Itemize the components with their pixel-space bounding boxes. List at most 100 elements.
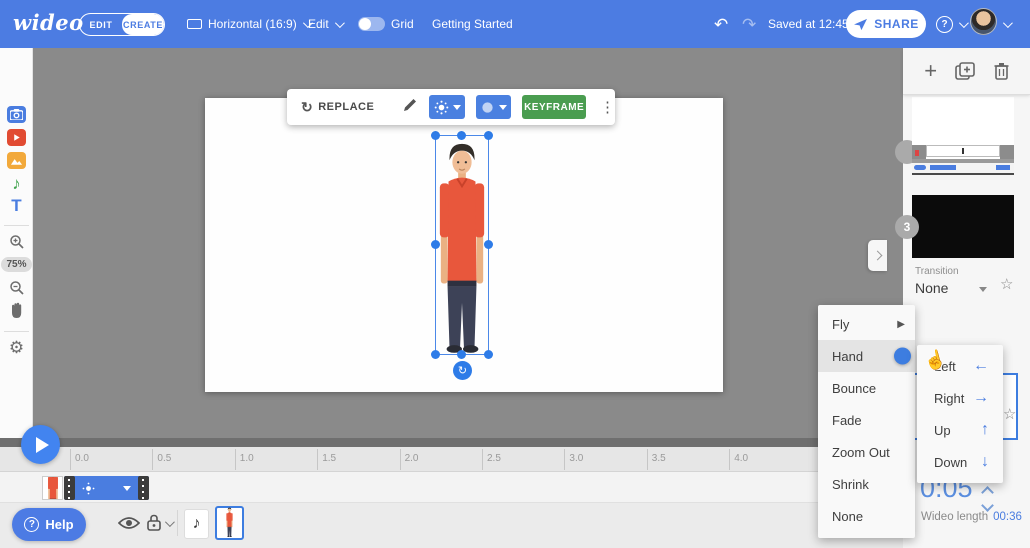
ruler-tick [235,449,236,470]
ruler-tick-label: 3.0 [569,453,583,464]
mode-create-button[interactable]: CREATE [122,14,164,35]
add-slide-button[interactable]: + [924,58,937,84]
menu-item-label: Hand [832,349,863,364]
pan-hand-button[interactable] [0,302,33,319]
chevron-down-icon [335,18,345,28]
ruler-tick [152,449,153,470]
visibility-eye-icon[interactable] [118,516,140,530]
person-track-illustration [47,476,59,500]
chevron-down-icon[interactable] [123,486,131,491]
animation-duration-bar[interactable] [64,476,149,500]
account-dropdown[interactable] [1003,0,1010,48]
image-button[interactable] [0,152,33,169]
submenu-item-down[interactable]: Down↓ [917,446,1003,478]
object-track-button[interactable] [215,506,244,540]
aspect-ratio-dropdown[interactable]: Horizontal (16:9) [187,0,310,48]
favorite-star-icon[interactable]: ☆ [1000,275,1013,293]
resize-handle-w[interactable] [431,240,440,249]
timeline-ruler[interactable]: 0.00.51.01.52.02.53.03.54.0 [0,447,903,472]
audio-track-button[interactable]: ♪ [184,509,209,539]
getting-started-link[interactable]: Getting Started [432,0,513,48]
lock-icon[interactable] [147,514,161,531]
timeline-header-strip[interactable] [0,438,903,447]
menu-item-none[interactable]: None [818,500,915,532]
menu-item-zoom-out[interactable]: Zoom Out [818,436,915,468]
resize-handle-e[interactable] [484,240,493,249]
more-options-kebab-icon[interactable]: ⋮ [600,98,615,116]
resize-handle-s[interactable] [457,350,466,359]
duration-up-chevron[interactable] [981,486,994,499]
resize-handle-ne[interactable] [484,131,493,140]
zoom-level-badge[interactable]: 75% [0,257,33,272]
mode-edit-button[interactable]: EDIT [80,14,122,35]
submenu-item-right[interactable]: Right→ [917,382,1003,414]
resize-handle-se[interactable] [484,350,493,359]
object-toolbar: ↻ REPLACE KEYFRAME ⋮ [287,89,615,125]
wideo-length-value: 00:36 [993,511,1022,523]
resize-handle-nw[interactable] [431,131,440,140]
grid-toggle[interactable]: Grid [358,0,414,48]
selected-animation-dot [894,348,911,365]
edit-menu[interactable]: Edit [308,0,342,48]
redo-button[interactable]: ↷ [742,0,756,48]
replace-button[interactable]: ↻ REPLACE [301,99,374,116]
fade-animation-icon [480,100,495,115]
chevron-down-icon[interactable] [165,517,175,527]
chevron-right-icon [873,251,883,261]
ruler-tick-label: 4.0 [734,453,748,464]
bar-end-grip[interactable] [138,476,149,500]
send-icon [853,18,868,31]
duration-down-chevron[interactable] [981,499,994,512]
submenu-item-up[interactable]: Up↑ [917,414,1003,446]
animation-out-dropdown[interactable] [476,95,512,119]
menu-item-shrink[interactable]: Shrink [818,468,915,500]
horizontal-rect-icon [187,19,202,29]
slide-thumbnail-1[interactable] [912,97,1014,175]
transition-dropdown[interactable]: None [915,280,948,296]
mode-toggle[interactable]: EDIT CREATE [79,13,165,36]
slide-thumbnail-2[interactable] [912,195,1014,258]
resize-handle-sw[interactable] [431,350,440,359]
bar-start-grip[interactable] [64,476,75,500]
chevron-down-icon [959,18,969,28]
help-menu[interactable]: ? [936,0,966,48]
menu-item-fly[interactable]: Fly▶ [818,308,915,340]
video-button[interactable] [0,129,33,146]
undo-button[interactable]: ↶ [714,0,728,48]
slide-number-badge: 3 [895,215,919,239]
duplicate-slide-button[interactable] [955,62,975,80]
menu-item-bounce[interactable]: Bounce [818,372,915,404]
rotate-handle[interactable]: ↻ [453,361,472,380]
panel-collapse-handle[interactable] [868,240,887,271]
objects-camera-button[interactable] [0,106,33,123]
settings-button[interactable]: ⚙ [0,338,33,358]
help-button[interactable]: ? Help [12,508,86,541]
keyframe-button[interactable]: KEYFRAME [522,95,586,119]
direction-arrow-icon: ← [973,357,989,375]
delete-slide-button[interactable] [994,62,1009,80]
selection-box[interactable] [435,135,489,355]
zoom-in-button[interactable] [0,234,33,250]
appear-animation-icon [82,482,95,495]
track-object-thumbnail[interactable] [42,476,63,500]
question-icon: ? [24,517,39,532]
edit-pencil-button[interactable] [402,97,418,118]
transition-label: Transition [915,266,959,277]
menu-item-label: None [832,509,863,524]
toggle-switch-icon[interactable] [358,17,385,31]
play-button[interactable] [21,425,60,464]
animation-in-dropdown[interactable] [429,95,465,119]
share-button[interactable]: SHARE [846,10,926,38]
resize-handle-n[interactable] [457,131,466,140]
ruler-tick-label: 0.0 [75,453,89,464]
chevron-down-icon [453,105,461,110]
text-button[interactable]: T [0,196,33,216]
avatar[interactable] [970,8,997,35]
ruler-tick [400,449,401,470]
divider [4,331,29,332]
menu-item-hand[interactable]: Hand▶ [818,340,915,372]
zoom-out-button[interactable] [0,280,33,296]
favorite-star-icon[interactable]: ☆ [1003,405,1016,423]
menu-item-fade[interactable]: Fade [818,404,915,436]
music-button[interactable]: ♪ [0,174,33,194]
